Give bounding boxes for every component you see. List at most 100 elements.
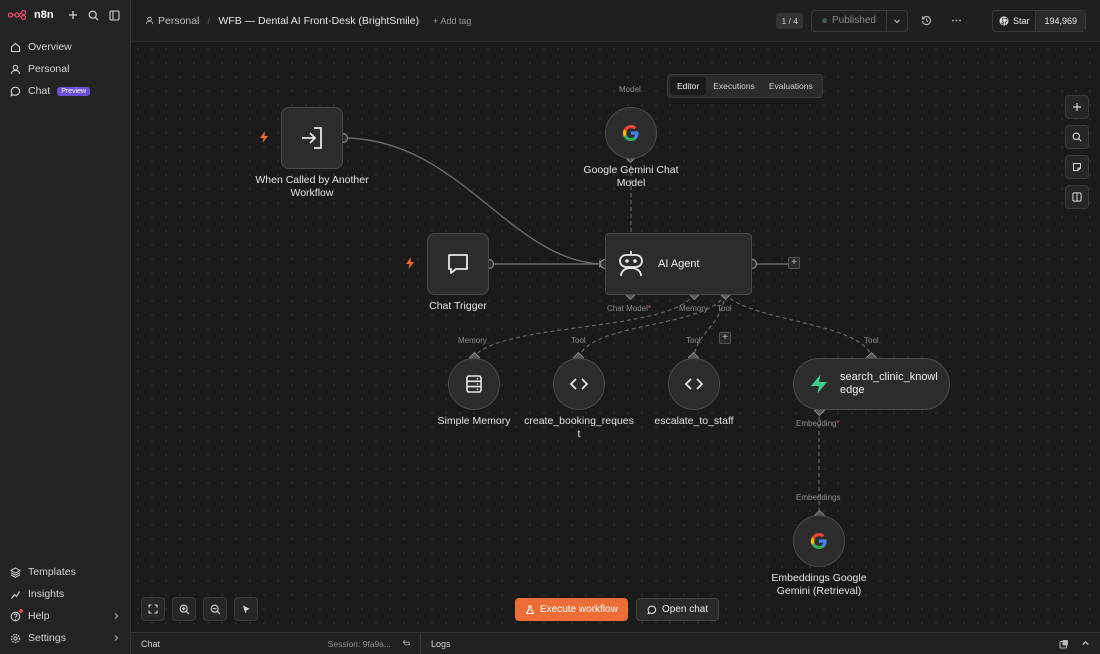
chat-panel-header[interactable]: Chat Session: 9fa9a...	[131, 633, 421, 654]
node-ai-agent[interactable]: AI Agent	[605, 233, 752, 295]
session-info: Session: 9fa9a...	[328, 639, 410, 649]
sidebar-item-settings[interactable]: Settings	[0, 627, 130, 649]
port-label-model: Model	[619, 85, 641, 94]
github-icon	[999, 16, 1009, 25]
connection-search-tool[interactable]	[724, 293, 873, 358]
chevron-up-icon[interactable]	[1081, 639, 1090, 648]
node-label: Chat Trigger	[429, 300, 487, 312]
port-label-memory: Memory	[679, 304, 708, 313]
sidebar-header: n8n	[0, 0, 130, 30]
zoom-in-button[interactable]	[172, 597, 196, 621]
toggle-panel-button[interactable]	[1065, 185, 1089, 209]
port-label-chat-model: Chat Model*	[607, 304, 651, 313]
fit-view-icon	[148, 604, 158, 614]
breadcrumb-project-label: Personal	[158, 14, 200, 27]
search-icon[interactable]	[86, 7, 101, 23]
tab-executions[interactable]: Executions	[706, 77, 762, 95]
node-search-clinic-knowledge[interactable]: search_clinic_knowledge	[793, 358, 950, 410]
node-label: Embeddings Google Gemini (Retrieval)	[771, 572, 867, 597]
plus-icon	[1073, 103, 1081, 111]
port-label-embedding: Embedding*	[796, 419, 840, 428]
open-chat-button[interactable]: Open chat	[636, 598, 720, 621]
view-tabs: Editor Executions Evaluations	[667, 74, 823, 98]
home-icon	[10, 42, 21, 52]
search-nodes-button[interactable]	[1065, 125, 1089, 149]
note-icon	[1073, 163, 1081, 171]
tab-evaluations[interactable]: Evaluations	[762, 77, 820, 95]
node-chat-trigger[interactable]	[427, 233, 489, 295]
trigger-bolt-icon	[406, 257, 414, 269]
panel-icon	[1072, 192, 1082, 202]
add-next-node-button[interactable]: +	[788, 257, 800, 269]
publish-group: Published	[811, 9, 908, 32]
n8n-logo[interactable]: n8n	[8, 9, 54, 21]
github-star-label: Star	[1012, 15, 1030, 26]
fit-view-button[interactable]	[141, 597, 165, 621]
node-label: Simple Memory	[437, 415, 511, 427]
publish-dropdown[interactable]	[887, 11, 907, 31]
sidebar-item-templates[interactable]: Templates	[0, 561, 130, 583]
sidebar-item-overview[interactable]: Overview	[0, 36, 130, 58]
session-id: Session: 9fa9a...	[327, 638, 391, 649]
node-label: escalate_to_staff	[654, 415, 734, 427]
sidebar-item-insights[interactable]: Insights	[0, 583, 130, 605]
more-options-button[interactable]	[946, 10, 968, 32]
port-label-embeddings: Embeddings	[796, 493, 841, 502]
open-chat-label: Open chat	[662, 604, 709, 615]
node-when-called-by-another-workflow[interactable]	[281, 107, 343, 169]
node-embeddings-google-gemini[interactable]	[793, 515, 845, 567]
code-icon	[684, 378, 704, 390]
port-label-tool: Tool	[864, 336, 879, 345]
sidebar-item-help[interactable]: Help	[0, 605, 130, 627]
node-label: Google Gemini Chat Model	[583, 164, 679, 189]
add-tag-button[interactable]: + Add tag	[433, 16, 471, 26]
github-star-widget[interactable]: Star 194,969	[991, 9, 1086, 32]
bottom-panel-bar: Chat Session: 9fa9a... Logs	[131, 632, 1100, 654]
logs-panel-label[interactable]: Logs	[421, 639, 461, 649]
execute-workflow-button[interactable]: Execute workflow	[515, 598, 628, 621]
pointer-mode-button[interactable]	[234, 597, 258, 621]
sidebar-bottom-nav: Templates Insights Help Settings	[0, 561, 130, 649]
trigger-bolt-icon	[260, 131, 268, 143]
node-simple-memory[interactable]	[448, 358, 500, 410]
sidebar-item-label: Templates	[28, 566, 76, 578]
flask-icon	[525, 604, 535, 614]
add-node-button[interactable]	[1065, 95, 1089, 119]
version-pager[interactable]: 1 / 4	[776, 12, 804, 29]
google-icon	[810, 532, 827, 550]
add-tool-button[interactable]: +	[719, 332, 731, 344]
port-label-text: Chat Model	[607, 304, 648, 313]
ellipsis-icon	[952, 19, 962, 22]
zoom-out-button[interactable]	[203, 597, 227, 621]
plus-icon[interactable]	[66, 7, 81, 23]
workflow-canvas[interactable]: Editor Executions Evaluations When Calle…	[131, 42, 1100, 634]
chat-icon	[647, 605, 657, 615]
workflow-title[interactable]: WFB — Dental AI Front-Desk (BrightSmile)	[218, 15, 419, 27]
github-star-button[interactable]: Star	[993, 10, 1037, 31]
breadcrumb-project[interactable]: Personal	[145, 15, 199, 27]
n8n-logo-icon	[8, 10, 27, 20]
popout-icon[interactable]	[1059, 639, 1069, 649]
tab-editor[interactable]: Editor	[670, 77, 707, 95]
templates-icon	[10, 566, 21, 578]
chat-bubble-icon	[448, 254, 468, 274]
history-button[interactable]	[916, 10, 938, 32]
sticky-note-button[interactable]	[1065, 155, 1089, 179]
canvas-right-toolbar	[1065, 95, 1089, 209]
github-star-count: 194,969	[1036, 10, 1085, 31]
canvas-zoom-toolbar	[141, 597, 258, 621]
zoom-in-icon	[179, 604, 189, 614]
port-label-tool: Tool	[571, 336, 586, 345]
published-button[interactable]: Published	[812, 10, 887, 31]
node-google-gemini-chat-model[interactable]	[605, 107, 657, 159]
user-icon	[145, 16, 154, 25]
sidebar-toggle-icon[interactable]	[107, 7, 122, 23]
node-escalate-to-staff[interactable]	[668, 358, 720, 410]
sidebar-item-personal[interactable]: Personal	[0, 58, 130, 80]
node-create-booking-request[interactable]	[553, 358, 605, 410]
chevron-right-icon	[112, 612, 120, 620]
required-marker: *	[647, 304, 652, 313]
node-title: search_clinic_knowledge	[840, 371, 938, 396]
sidebar-item-chat[interactable]: Chat Preview	[0, 80, 130, 102]
reset-icon[interactable]	[401, 639, 410, 648]
